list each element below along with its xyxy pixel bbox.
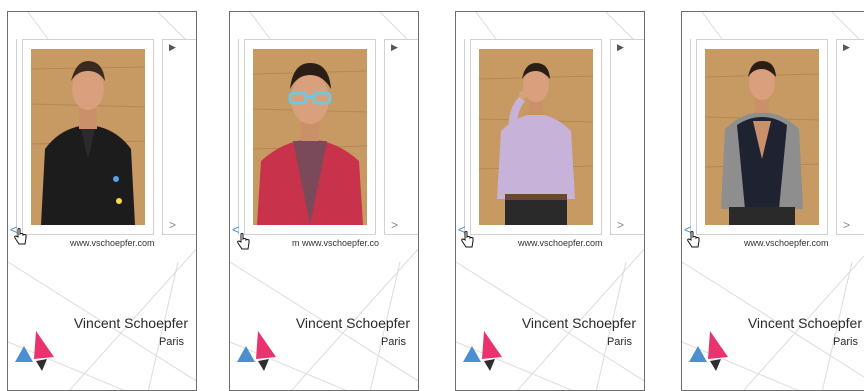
portrait-photo (253, 49, 367, 225)
play-icon[interactable]: ▶ (843, 42, 850, 53)
chevron-right-icon[interactable]: > (391, 218, 398, 232)
phone-screen-2: ▶ > < m www.vschoepfer.co Vincent Schoep… (229, 11, 419, 391)
chevron-right-icon[interactable]: > (169, 218, 176, 232)
photo-card[interactable] (696, 39, 828, 235)
next-card-peek[interactable]: ▶ > (610, 39, 644, 235)
city-label: Paris (158, 336, 184, 348)
portrait-photo (705, 49, 819, 225)
hand-cursor-icon (14, 228, 27, 245)
city-label: Paris (832, 336, 858, 348)
hand-cursor-icon (237, 233, 250, 250)
phone-screen-3: ▶ > < www.vschoepfer.com Vincent Schoepf… (455, 11, 645, 391)
city-label: Paris (380, 336, 406, 348)
phone-screen-4: ▶ > < www.vschoepfer.com Vincent Schoepf… (681, 11, 864, 391)
triangle-logo-icon (15, 331, 54, 371)
prev-card-edge (456, 39, 465, 235)
next-card-peek[interactable]: ▶ > (384, 39, 418, 235)
hand-cursor-icon (461, 231, 474, 248)
person-name: Vincent Schoepfer (295, 315, 410, 331)
next-card-peek[interactable]: ▶ > (162, 39, 196, 235)
photo-card[interactable] (22, 39, 154, 235)
prev-card-edge (8, 39, 17, 235)
website-url[interactable]: www.vschoepfer.com (70, 238, 196, 248)
play-icon[interactable]: ▶ (169, 42, 176, 53)
chevron-right-icon[interactable]: > (843, 218, 850, 232)
phone-screen-1: ▶ > < www.vschoepfer.com Vincent Schoepf… (7, 11, 197, 391)
website-url[interactable]: www.vschoepfer.com (518, 238, 644, 248)
website-url[interactable]: m www.vschoepfer.co (292, 238, 418, 248)
photo-card[interactable] (244, 39, 376, 235)
website-url[interactable]: www.vschoepfer.com (744, 238, 864, 248)
triangle-logo-icon (237, 331, 276, 371)
triangle-logo-icon (463, 331, 502, 371)
play-icon[interactable]: ▶ (391, 42, 398, 53)
person-name: Vincent Schoepfer (521, 315, 636, 331)
prev-card-edge (230, 39, 239, 235)
chevron-right-icon[interactable]: > (617, 218, 624, 232)
city-label: Paris (606, 336, 632, 348)
prev-card-edge (682, 39, 691, 235)
triangle-logo-icon (689, 331, 728, 371)
play-icon[interactable]: ▶ (617, 42, 624, 53)
portrait-photo (31, 49, 145, 225)
next-card-peek[interactable]: ▶ > (836, 39, 864, 235)
hand-cursor-icon (687, 231, 700, 248)
portrait-photo (479, 49, 593, 225)
photo-card[interactable] (470, 39, 602, 235)
person-name: Vincent Schoepfer (747, 315, 862, 331)
person-name: Vincent Schoepfer (73, 315, 188, 331)
